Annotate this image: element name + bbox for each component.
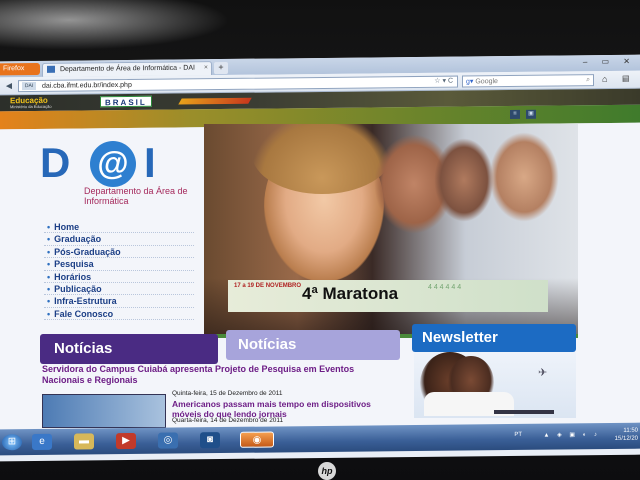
student-face-3 (434, 138, 494, 222)
menu-item-fale-conosco[interactable]: • Fale Conosco (44, 308, 194, 321)
education-link[interactable]: Educação Ministério da Educação (10, 96, 52, 109)
site-identity-icon[interactable]: DAI (22, 81, 36, 91)
menu-item-publicacao[interactable]: • Publicação (44, 283, 194, 296)
newsletter-header[interactable]: Newsletter (412, 324, 576, 352)
menu-item-horarios[interactable]: • Horários (44, 271, 194, 283)
menu-item-label: Pós-Graduação (54, 246, 121, 257)
logo-letter-i: I (144, 139, 156, 186)
noticias-header[interactable]: Notícias (40, 334, 218, 364)
media-player-icon[interactable]: ▶ (116, 432, 136, 450)
newsletter-photo[interactable]: ✈ (414, 352, 576, 418)
light-glare (0, 0, 230, 50)
home-icon[interactable]: ⌂ (602, 74, 607, 84)
hp-logo: hp (318, 462, 336, 480)
search-placeholder: Google (475, 78, 498, 86)
menu-item-label: Publicação (54, 283, 102, 294)
system-tray-icons[interactable]: ▲ ◈ ▣ ◐ ♪ (543, 431, 600, 439)
firefox-menu-button[interactable]: Firefox (0, 62, 40, 76)
folder-icon[interactable]: ▬ (74, 433, 94, 450)
bullet-icon: • (47, 296, 51, 307)
firefox-taskbar-icon[interactable]: ◉ (240, 431, 274, 448)
clock-date: 15/12/20 (614, 435, 638, 442)
banner-title: 4ª Maratona (302, 284, 399, 303)
menu-item-label: Fale Conosco (54, 308, 114, 319)
laptop-shape (494, 410, 554, 414)
student-face-4 (489, 132, 559, 222)
bookmark-star-icon[interactable]: ☆ ▾ C (434, 77, 453, 85)
internet-explorer-icon[interactable]: e (32, 433, 52, 451)
back-arrow-icon[interactable]: ◀ (3, 80, 15, 92)
clock[interactable]: 11:50 15/12/20 (615, 427, 638, 443)
rss-icon[interactable]: ≡ (510, 109, 520, 120)
news-headline-1[interactable]: Servidora do Campus Cuiabá apresenta Pro… (42, 364, 382, 386)
department-name: Departamento da Área de Informática (84, 186, 188, 206)
news-date-2: Quarta-feira, 14 de Dezembro de 2011 (172, 417, 284, 424)
noticias-secondary-header[interactable]: Notícias (226, 330, 400, 360)
logo-at-symbol: @ (90, 141, 136, 187)
bullet-icon: • (47, 283, 51, 294)
logo-letter-d: D (40, 139, 71, 186)
banner-decoration: 4 4 4 4 4 4 (428, 284, 462, 291)
menu-item-graduacao[interactable]: • Graduação (44, 233, 194, 246)
bullet-icon: • (47, 259, 51, 270)
tab-close-icon[interactable]: × (204, 64, 208, 71)
bullet-icon: • (47, 222, 51, 232)
menu-item-label: Graduação (54, 234, 102, 245)
accessibility-icon[interactable]: ▣ (526, 109, 536, 119)
banner-date: 17 a 19 DE NOVEMBRO (234, 283, 302, 289)
address-bar[interactable]: DAI dai.cba.ifmt.edu.br/index.php ☆ ▾ C (18, 75, 458, 93)
language-indicator[interactable]: PT (514, 432, 522, 438)
search-engine-icon[interactable]: g▾ (466, 78, 475, 85)
url-text: dai.cba.ifmt.edu.br/index.php (41, 81, 132, 90)
news-thumbnail[interactable] (42, 394, 166, 428)
search-input[interactable]: g▾ Google ⌕ (462, 74, 594, 88)
clock-time: 11:50 (623, 427, 638, 434)
bullet-icon: • (47, 246, 51, 257)
menu-item-label: Horários (54, 271, 92, 282)
start-button-icon[interactable]: ⊞ (2, 434, 22, 451)
menu-item-label: Infra-Estrutura (54, 296, 117, 307)
tab-title: Departamento de Área de Informática - DA… (59, 64, 195, 74)
network-icon[interactable]: ◎ (158, 432, 178, 449)
bird-icon: ✈ (538, 367, 548, 379)
menu-item-label: Home (54, 222, 80, 232)
bullet-icon: • (47, 308, 51, 319)
search-icon[interactable]: ⌕ (586, 76, 590, 84)
news-headline-2[interactable]: Americanos passam mais tempo em disposit… (172, 399, 402, 419)
favicon-icon (47, 65, 55, 73)
camera-icon[interactable]: ◙ (200, 432, 220, 449)
gov-stripe-decoration (178, 97, 252, 105)
bullet-icon: • (47, 271, 51, 282)
menu-item-pos-graduacao[interactable]: • Pós-Graduação (44, 246, 194, 259)
ministry-label: Ministério da Educação (10, 103, 52, 110)
news-date-1: Quinta-feira, 15 de Dezembro de 2011 (172, 390, 283, 397)
new-tab-button[interactable]: + (214, 61, 228, 75)
sidebar-menu: • Home • Graduação • Pós-Graduação • Pesquis… (44, 221, 194, 321)
menu-item-infra-estrutura[interactable]: • Infra-Estrutura (44, 295, 194, 308)
menu-item-home[interactable]: • Home (44, 221, 194, 234)
bookmarks-icon[interactable]: ▤ (622, 74, 630, 83)
window-controls[interactable]: ‒ ▭ ✕ (583, 57, 636, 67)
menu-item-label: Pesquisa (54, 259, 94, 270)
menu-item-pesquisa[interactable]: • Pesquisa (44, 258, 194, 271)
maratona-banner[interactable]: 17 a 19 DE NOVEMBRO 4ª Maratona 4 4 4 4 … (228, 280, 548, 312)
bullet-icon: • (47, 234, 51, 245)
brasil-link[interactable]: BRASIL (100, 95, 152, 108)
